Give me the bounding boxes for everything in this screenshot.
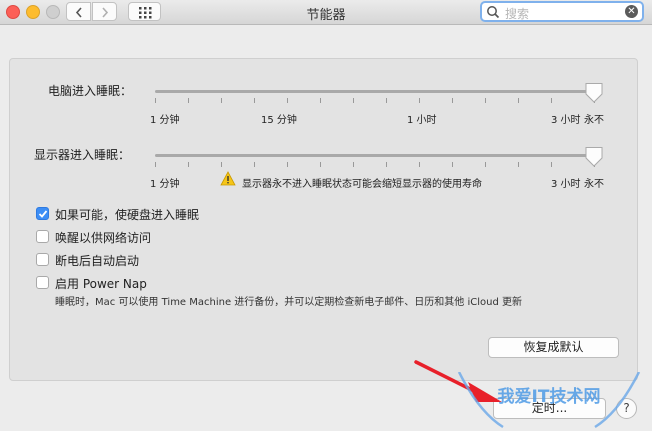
checkmark-icon: [38, 210, 48, 218]
tick: [551, 162, 552, 167]
restore-defaults-button[interactable]: 恢复成默认: [488, 337, 619, 358]
tick: [155, 162, 156, 167]
tick: [188, 162, 189, 167]
tick-label: 3 小时: [551, 179, 581, 190]
tick: [221, 98, 222, 103]
tick: [287, 162, 288, 167]
tick-label: 1 小时: [407, 115, 437, 126]
tick: [452, 162, 453, 167]
tick-label: 永不: [584, 115, 604, 126]
tick: [518, 98, 519, 103]
tick: [254, 98, 255, 103]
display-warning-text: 显示器永不进入睡眠状态可能会缩短显示器的使用寿命: [242, 179, 482, 190]
tick: [551, 98, 552, 103]
tick: [419, 162, 420, 167]
tick-label: 永不: [584, 179, 604, 190]
display-sleep-slider[interactable]: [155, 154, 595, 157]
tick: [320, 162, 321, 167]
tick-label: 3 小时: [551, 115, 581, 126]
tick: [287, 98, 288, 103]
watermark-logo: 我爱IT技术网: [457, 372, 641, 429]
tick: [518, 162, 519, 167]
power-nap-note: 睡眠时，Mac 可以使用 Time Machine 进行备份，并可以定期检查新电…: [55, 297, 523, 308]
tick: [353, 98, 354, 103]
tick: [254, 162, 255, 167]
tick: [485, 162, 486, 167]
tick: [386, 98, 387, 103]
title-bar: 节能器 搜索 ✕: [0, 0, 652, 25]
tick: [221, 162, 222, 167]
tick: [155, 98, 156, 103]
computer-sleep-slider[interactable]: [155, 90, 595, 93]
tick-label: 15 分钟: [261, 115, 297, 126]
network-wake-checkbox[interactable]: [36, 230, 49, 243]
disk-sleep-checkbox[interactable]: [36, 207, 49, 220]
display-sleep-label: 显示器进入睡眠：: [34, 148, 131, 162]
warning-icon: [220, 171, 236, 186]
power-nap-checkbox[interactable]: [36, 276, 49, 289]
disk-sleep-label: 如果可能，使硬盘进入睡眠: [55, 208, 200, 222]
auto-restart-checkbox[interactable]: [36, 253, 49, 266]
tick: [452, 98, 453, 103]
slider-knob-icon[interactable]: [584, 146, 604, 168]
network-wake-label: 唤醒以供网络访问: [55, 231, 152, 245]
tick-label: 1 分钟: [150, 179, 180, 190]
search-icon: [487, 6, 500, 19]
watermark-text: 我爱IT技术网: [498, 386, 601, 407]
tick: [320, 98, 321, 103]
search-placeholder: 搜索: [505, 7, 530, 21]
tick: [419, 98, 420, 103]
tick: [188, 98, 189, 103]
search-field[interactable]: 搜索 ✕: [480, 1, 644, 22]
tick: [353, 162, 354, 167]
auto-restart-label: 断电后自动启动: [55, 254, 140, 268]
slider-knob-icon[interactable]: [584, 82, 604, 104]
tick: [485, 98, 486, 103]
clear-search-icon[interactable]: ✕: [625, 5, 638, 18]
tick-label: 1 分钟: [150, 115, 180, 126]
tick: [386, 162, 387, 167]
computer-sleep-label: 电脑进入睡眠：: [48, 84, 133, 98]
power-nap-label: 启用 Power Nap: [55, 277, 147, 291]
